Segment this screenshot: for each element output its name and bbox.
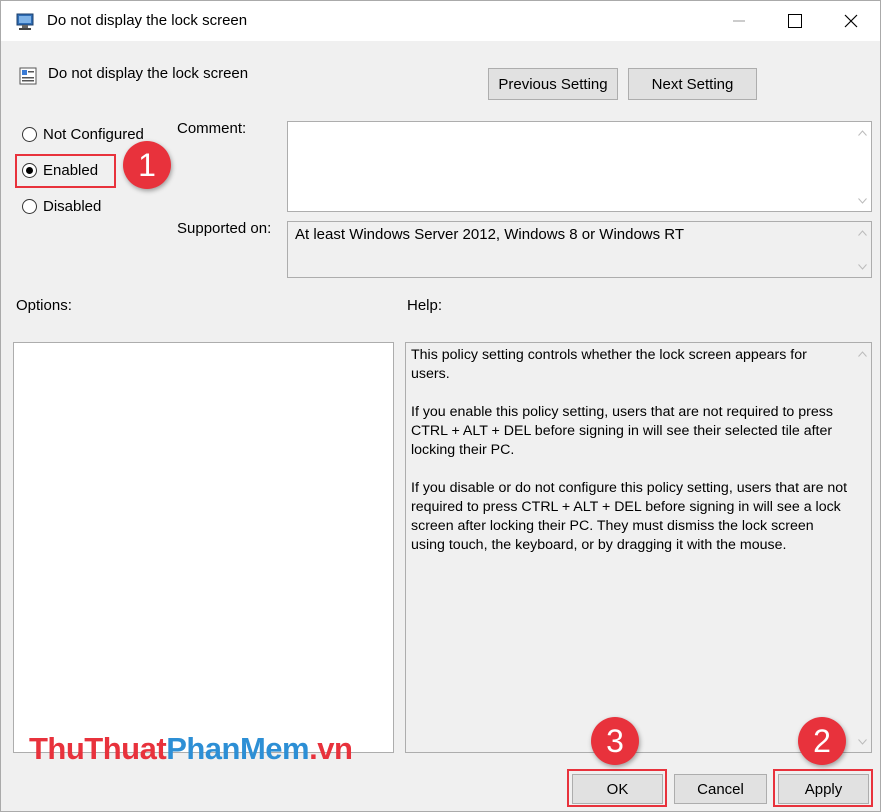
minimize-button[interactable] — [711, 1, 767, 41]
comment-textarea[interactable] — [287, 121, 872, 212]
radio-circle — [22, 199, 37, 214]
help-label: Help: — [407, 297, 443, 314]
options-label: Options: — [16, 297, 72, 314]
policy-setting-icon — [19, 67, 37, 85]
supported-scrollbar[interactable] — [854, 222, 871, 277]
radio-circle — [22, 127, 37, 142]
scroll-up-icon[interactable] — [854, 124, 871, 141]
help-paragraph: If you enable this policy setting, users… — [411, 404, 833, 458]
radio-label: Disabled — [43, 198, 102, 215]
scroll-up-icon[interactable] — [854, 345, 871, 362]
previous-setting-button[interactable]: Previous Setting — [488, 68, 618, 100]
supported-on-field: At least Windows Server 2012, Windows 8 … — [287, 221, 872, 278]
supported-on-value: At least Windows Server 2012, Windows 8 … — [295, 226, 685, 243]
step-badge-1: 1 — [123, 141, 171, 189]
window-title: Do not display the lock screen — [47, 12, 248, 29]
cancel-button[interactable]: Cancel — [674, 774, 767, 804]
scroll-up-icon[interactable] — [854, 224, 871, 241]
watermark-part: PhanMem — [166, 731, 310, 766]
scroll-down-icon[interactable] — [854, 192, 871, 209]
highlight-apply — [773, 769, 873, 807]
maximize-button[interactable] — [767, 1, 823, 41]
radio-disabled[interactable]: Disabled — [22, 198, 101, 215]
step-badge-3: 3 — [591, 717, 639, 765]
close-button[interactable] — [823, 1, 879, 41]
comment-label: Comment: — [177, 120, 247, 137]
close-icon — [844, 14, 858, 28]
highlight-enabled — [15, 154, 116, 188]
options-pane — [13, 342, 394, 753]
watermark-part: .vn — [309, 731, 353, 766]
maximize-icon — [788, 14, 802, 28]
site-watermark: ThuThuatPhanMem.vn — [29, 731, 353, 767]
watermark-part: ThuThuat — [29, 731, 167, 766]
help-pane: This policy setting controls whether the… — [405, 342, 872, 753]
policy-title: Do not display the lock screen — [48, 65, 249, 82]
policy-dialog: Do not display the lock screen Do not di… — [0, 0, 881, 812]
radio-not-configured[interactable]: Not Configured — [22, 126, 144, 143]
group-policy-icon — [16, 13, 36, 31]
highlight-ok — [567, 769, 667, 807]
help-paragraph: If you disable or do not configure this … — [411, 480, 848, 553]
next-setting-button[interactable]: Next Setting — [628, 68, 757, 100]
scroll-down-icon[interactable] — [854, 733, 871, 750]
title-bar[interactable]: Do not display the lock screen — [1, 1, 880, 41]
help-paragraph: This policy setting controls whether the… — [411, 347, 807, 382]
radio-label: Not Configured — [43, 126, 144, 143]
step-badge-2: 2 — [798, 717, 846, 765]
help-scrollbar[interactable] — [854, 343, 871, 752]
supported-on-label: Supported on: — [177, 220, 272, 237]
minimize-icon — [733, 20, 745, 22]
comment-scrollbar[interactable] — [854, 122, 871, 211]
scroll-down-icon[interactable] — [854, 258, 871, 275]
help-text: This policy setting controls whether the… — [411, 346, 849, 574]
